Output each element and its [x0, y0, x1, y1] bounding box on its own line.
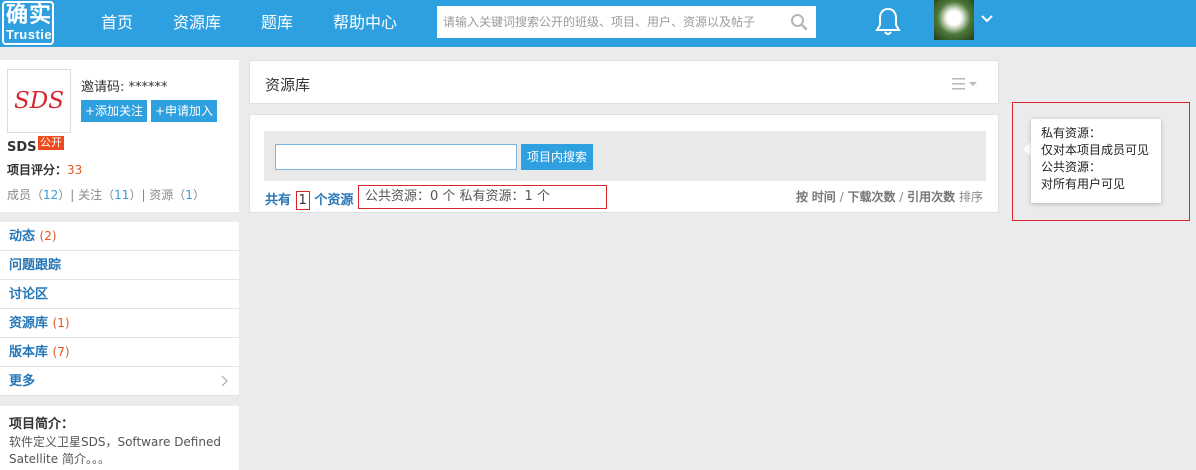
menu-item-repository[interactable]: 版本库 (7) — [0, 338, 239, 367]
resource-total: 共有 1 个资源 — [265, 191, 354, 210]
intro-heading: 项目简介： — [9, 417, 75, 432]
project-stats: 成员（12）| 关注（11）| 资源（1） — [7, 188, 205, 202]
nav-help-center[interactable]: 帮助中心 — [333, 0, 397, 47]
join-button[interactable]: +申请加入 — [151, 100, 218, 122]
private-desc: 仅对本项目成员可见 — [1041, 143, 1150, 157]
project-card: SDS 邀请码: ****** +添加关注 +申请加入 SDS 公开 项目评分：… — [0, 60, 239, 212]
global-search — [437, 6, 816, 38]
resource-total-count: 1 — [295, 191, 310, 210]
members-count[interactable]: 12 — [43, 188, 58, 202]
project-name: SDS — [7, 140, 37, 155]
sort-by-time[interactable]: 时间 — [812, 190, 836, 204]
invite-code: 邀请码: ****** — [81, 80, 168, 95]
resource-panel: 项目内搜索 共有 1 个资源 公共资源：0 个 私有资源：1 个 按 时间 / … — [249, 114, 999, 213]
follows-count[interactable]: 11 — [114, 188, 129, 202]
top-nav-bar: 确实 Trustie 首页 资源库 题库 帮助中心 — [0, 0, 1196, 47]
sort-by-downloads[interactable]: 下载次数 — [847, 190, 895, 204]
follow-button[interactable]: +添加关注 — [81, 100, 148, 122]
menu-item-forum[interactable]: 讨论区 — [0, 280, 239, 309]
resource-breakdown: 公共资源：0 个 私有资源：1 个 — [358, 185, 607, 209]
nav-resources[interactable]: 资源库 — [173, 0, 221, 47]
project-menu: 动态 (2) 问题跟踪 讨论区 资源库 (1) 版本库 (7) 更多 — [0, 222, 239, 396]
project-score-value: 33 — [67, 163, 83, 177]
nav-question-bank[interactable]: 题库 — [261, 0, 293, 47]
chevron-down-icon[interactable] — [980, 12, 994, 26]
page-title: 资源库 — [265, 76, 311, 94]
trustie-logo[interactable]: 确实 Trustie — [2, 1, 54, 45]
menu-item-resources[interactable]: 资源库 (1) — [0, 309, 239, 338]
sort-options: 按 时间 / 下载次数 / 引用次数 排序 — [795, 190, 983, 204]
menu-item-activity[interactable]: 动态 (2) — [0, 222, 239, 251]
resources-count[interactable]: 1 — [185, 188, 193, 202]
public-badge: 公开 — [38, 136, 64, 150]
public-desc: 对所有用户可见 — [1041, 177, 1126, 191]
resource-visibility-tooltip-area: 私有资源： 仅对本项目成员可见 公共资源： 对所有用户可见 — [1012, 102, 1190, 221]
project-search-button[interactable]: 项目内搜索 — [521, 144, 593, 170]
menu-item-issues[interactable]: 问题跟踪 — [0, 251, 239, 280]
search-icon[interactable] — [790, 13, 808, 31]
nav-home[interactable]: 首页 — [101, 0, 133, 47]
project-intro: 项目简介： 软件定义卫星SDS，Software Defined Satelli… — [0, 406, 239, 470]
logo-chinese: 确实 — [6, 3, 53, 28]
menu-item-more[interactable]: 更多 — [0, 367, 239, 396]
project-score: 项目评分：33 — [7, 163, 83, 177]
public-label: 公共资源： — [1041, 160, 1102, 174]
resource-visibility-tooltip: 私有资源： 仅对本项目成员可见 公共资源： 对所有用户可见 — [1031, 119, 1161, 203]
private-label: 私有资源： — [1041, 126, 1102, 140]
chevron-right-icon — [221, 375, 228, 387]
intro-text: 软件定义卫星SDS，Software Defined Satellite 简介。… — [9, 435, 221, 466]
user-avatar[interactable] — [934, 0, 974, 40]
list-menu-icon[interactable] — [952, 77, 978, 91]
sort-by-references[interactable]: 引用次数 — [907, 190, 955, 204]
resource-header: 资源库 — [249, 60, 999, 104]
project-logo[interactable]: SDS — [7, 69, 71, 133]
global-search-input[interactable] — [437, 6, 777, 38]
resource-search-bar: 项目内搜索 — [264, 131, 986, 181]
logo-english: Trustie — [6, 27, 53, 42]
resource-search-input[interactable] — [275, 144, 517, 170]
notification-bell-icon[interactable] — [873, 6, 903, 38]
